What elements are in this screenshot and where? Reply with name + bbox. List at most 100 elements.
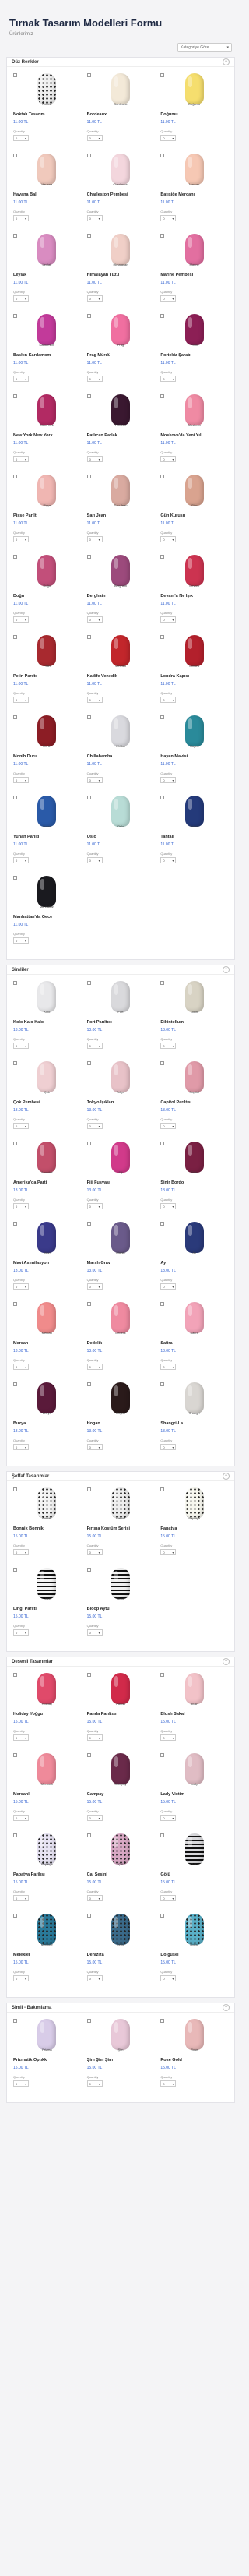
quantity-stepper[interactable]: 0 ▾ bbox=[160, 697, 177, 703]
quantity-stepper[interactable]: 0 ▾ bbox=[13, 1444, 29, 1450]
select-checkbox[interactable] bbox=[160, 314, 165, 318]
quantity-stepper[interactable]: 0 ▾ bbox=[13, 215, 29, 221]
quantity-stepper[interactable]: 0 ▾ bbox=[13, 536, 29, 542]
quantity-stepper[interactable]: 0 ▾ bbox=[13, 616, 29, 623]
select-checkbox[interactable] bbox=[13, 154, 17, 157]
quantity-stepper[interactable]: 0 ▾ bbox=[160, 1123, 177, 1129]
select-checkbox[interactable] bbox=[86, 1833, 91, 1837]
quantity-stepper[interactable]: 0 ▾ bbox=[86, 1123, 103, 1129]
select-checkbox[interactable] bbox=[13, 1382, 17, 1386]
quantity-stepper[interactable]: 0 ▾ bbox=[86, 1043, 103, 1049]
select-checkbox[interactable] bbox=[86, 314, 91, 318]
quantity-stepper[interactable]: 0 ▾ bbox=[86, 1895, 103, 1901]
select-checkbox[interactable] bbox=[13, 394, 17, 398]
quantity-stepper[interactable]: 0 ▾ bbox=[13, 1815, 29, 1821]
collapse-icon[interactable]: − bbox=[223, 1658, 230, 1665]
quantity-stepper[interactable]: 0 ▾ bbox=[86, 857, 103, 863]
select-checkbox[interactable] bbox=[160, 1222, 165, 1226]
select-checkbox[interactable] bbox=[160, 555, 165, 559]
select-checkbox[interactable] bbox=[86, 1302, 91, 1306]
quantity-stepper[interactable]: 0 ▾ bbox=[160, 2080, 177, 2087]
quantity-stepper[interactable]: 0 ▾ bbox=[86, 2080, 103, 2087]
quantity-stepper[interactable]: 0 ▾ bbox=[13, 857, 29, 863]
quantity-stepper[interactable]: 0 ▾ bbox=[160, 1043, 177, 1049]
quantity-stepper[interactable]: 0 ▾ bbox=[13, 1895, 29, 1901]
select-checkbox[interactable] bbox=[160, 1914, 165, 1918]
select-checkbox[interactable] bbox=[13, 876, 17, 880]
select-checkbox[interactable] bbox=[13, 1487, 17, 1491]
quantity-stepper[interactable]: 0 ▾ bbox=[160, 616, 177, 623]
select-checkbox[interactable] bbox=[160, 1302, 165, 1306]
quantity-stepper[interactable]: 0 ▾ bbox=[86, 1734, 103, 1741]
quantity-stepper[interactable]: 0 ▾ bbox=[13, 1364, 29, 1370]
quantity-stepper[interactable]: 0 ▾ bbox=[160, 135, 177, 141]
quantity-stepper[interactable]: 0 ▾ bbox=[13, 1123, 29, 1129]
select-checkbox[interactable] bbox=[160, 1487, 165, 1491]
select-checkbox[interactable] bbox=[13, 1142, 17, 1145]
select-checkbox[interactable] bbox=[86, 1753, 91, 1757]
select-checkbox[interactable] bbox=[160, 1753, 165, 1757]
select-checkbox[interactable] bbox=[86, 1382, 91, 1386]
select-checkbox[interactable] bbox=[13, 981, 17, 985]
select-checkbox[interactable] bbox=[160, 1382, 165, 1386]
quantity-stepper[interactable]: 0 ▾ bbox=[160, 1364, 177, 1370]
quantity-stepper[interactable]: 0 ▾ bbox=[86, 1815, 103, 1821]
quantity-stepper[interactable]: 0 ▾ bbox=[86, 697, 103, 703]
select-checkbox[interactable] bbox=[13, 1914, 17, 1918]
quantity-stepper[interactable]: 0 ▾ bbox=[160, 1734, 177, 1741]
quantity-stepper[interactable]: 0 ▾ bbox=[86, 295, 103, 302]
select-checkbox[interactable] bbox=[13, 73, 17, 77]
quantity-stepper[interactable]: 0 ▾ bbox=[13, 1203, 29, 1209]
quantity-stepper[interactable]: 0 ▾ bbox=[86, 536, 103, 542]
select-checkbox[interactable] bbox=[160, 1673, 165, 1677]
section-header[interactable]: Desenli Tasarımlar − bbox=[7, 1657, 234, 1667]
select-checkbox[interactable] bbox=[160, 2019, 165, 2023]
select-checkbox[interactable] bbox=[160, 1833, 165, 1837]
select-checkbox[interactable] bbox=[86, 981, 91, 985]
section-header[interactable]: Düz Renkler − bbox=[7, 58, 234, 67]
quantity-stepper[interactable]: 0 ▾ bbox=[160, 536, 177, 542]
select-checkbox[interactable] bbox=[86, 1487, 91, 1491]
select-checkbox[interactable] bbox=[13, 1302, 17, 1306]
collapse-icon[interactable]: − bbox=[223, 966, 230, 973]
quantity-stepper[interactable]: 0 ▾ bbox=[13, 937, 29, 944]
select-checkbox[interactable] bbox=[13, 715, 17, 719]
quantity-stepper[interactable]: 0 ▾ bbox=[160, 456, 177, 462]
quantity-stepper[interactable]: 0 ▾ bbox=[160, 295, 177, 302]
select-checkbox[interactable] bbox=[160, 1142, 165, 1145]
quantity-stepper[interactable]: 0 ▾ bbox=[160, 1444, 177, 1450]
select-checkbox[interactable] bbox=[86, 234, 91, 238]
select-checkbox[interactable] bbox=[86, 394, 91, 398]
quantity-stepper[interactable]: 0 ▾ bbox=[86, 1364, 103, 1370]
quantity-stepper[interactable]: 0 ▾ bbox=[160, 1895, 177, 1901]
select-checkbox[interactable] bbox=[13, 475, 17, 478]
select-checkbox[interactable] bbox=[13, 1753, 17, 1757]
quantity-stepper[interactable]: 0 ▾ bbox=[86, 1629, 103, 1636]
collapse-icon[interactable]: − bbox=[223, 1473, 230, 1480]
select-checkbox[interactable] bbox=[13, 635, 17, 639]
select-checkbox[interactable] bbox=[160, 475, 165, 478]
select-checkbox[interactable] bbox=[160, 635, 165, 639]
quantity-stepper[interactable]: 0 ▾ bbox=[160, 1815, 177, 1821]
select-checkbox[interactable] bbox=[86, 555, 91, 559]
quantity-stepper[interactable]: 0 ▾ bbox=[13, 135, 29, 141]
quantity-stepper[interactable]: 0 ▾ bbox=[86, 376, 103, 382]
select-checkbox[interactable] bbox=[86, 796, 91, 799]
quantity-stepper[interactable]: 0 ▾ bbox=[86, 1975, 103, 1981]
collapse-icon[interactable]: − bbox=[223, 58, 230, 65]
quantity-stepper[interactable]: 0 ▾ bbox=[86, 1549, 103, 1555]
select-checkbox[interactable] bbox=[13, 555, 17, 559]
select-checkbox[interactable] bbox=[86, 73, 91, 77]
select-checkbox[interactable] bbox=[13, 1061, 17, 1065]
quantity-stepper[interactable]: 0 ▾ bbox=[160, 777, 177, 783]
quantity-stepper[interactable]: 0 ▾ bbox=[13, 697, 29, 703]
section-header[interactable]: Simliler − bbox=[7, 965, 234, 975]
quantity-stepper[interactable]: 0 ▾ bbox=[160, 376, 177, 382]
select-checkbox[interactable] bbox=[86, 475, 91, 478]
select-checkbox[interactable] bbox=[160, 715, 165, 719]
select-checkbox[interactable] bbox=[160, 1061, 165, 1065]
quantity-stepper[interactable]: 0 ▾ bbox=[13, 1975, 29, 1981]
select-checkbox[interactable] bbox=[13, 1222, 17, 1226]
quantity-stepper[interactable]: 0 ▾ bbox=[86, 215, 103, 221]
quantity-stepper[interactable]: 0 ▾ bbox=[160, 1975, 177, 1981]
